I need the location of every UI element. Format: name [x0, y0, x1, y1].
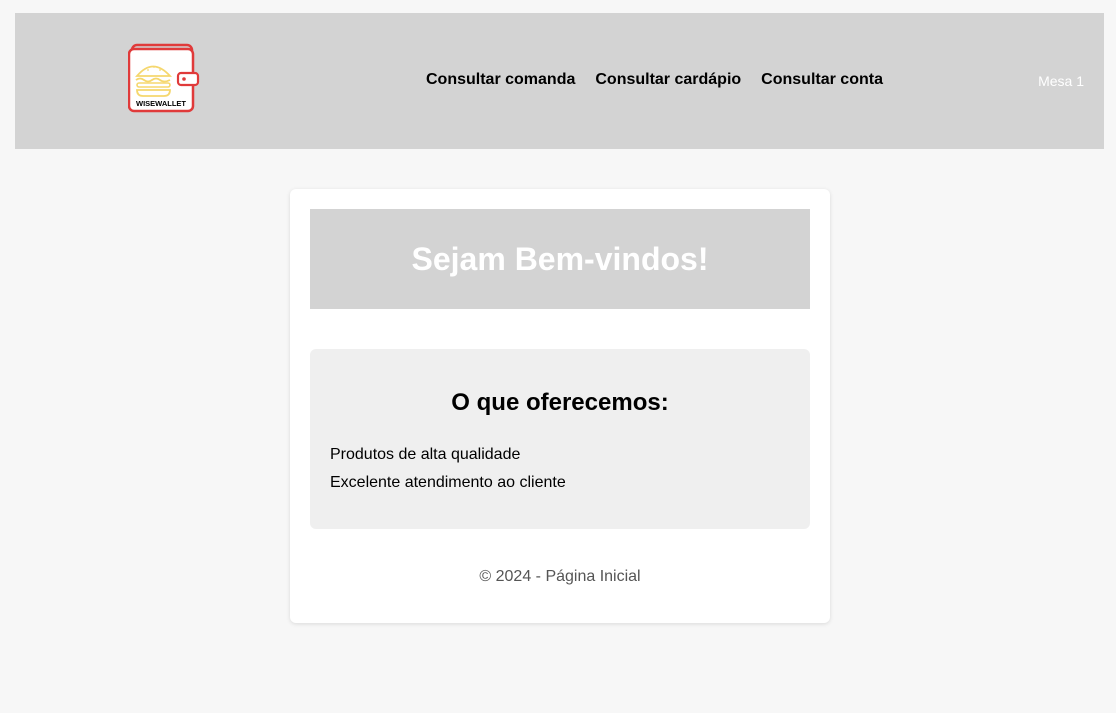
- main-nav: Consultar comanda Consultar cardápio Con…: [426, 70, 883, 90]
- page-footer: © 2024 - Página Inicial: [479, 568, 641, 585]
- wisewallet-logo[interactable]: WISEWALLET: [128, 43, 202, 113]
- nav-consultar-comanda[interactable]: Consultar comanda: [426, 70, 575, 90]
- welcome-title: Sejam Bem-vindos!: [411, 240, 709, 277]
- nav-consultar-conta[interactable]: Consultar conta: [761, 70, 883, 90]
- offers-list: Produtos de alta qualidade Excelente ate…: [330, 441, 566, 497]
- offer-item-quality: Produtos de alta qualidade: [330, 446, 521, 463]
- burger-wallet-logo-icon: WISEWALLET: [128, 43, 200, 113]
- offers-title: O que oferecemos:: [451, 389, 669, 416]
- offer-item-service: Excelente atendimento ao cliente: [330, 474, 566, 491]
- welcome-banner: Sejam Bem-vindos!: [310, 209, 810, 309]
- logo-text: WISEWALLET: [136, 99, 186, 108]
- site-header: WISEWALLET Consultar comanda Consultar c…: [15, 13, 1104, 149]
- offers-section: O que oferecemos: Produtos de alta quali…: [310, 349, 810, 529]
- main-card: Sejam Bem-vindos! O que oferecemos: Prod…: [290, 189, 830, 623]
- nav-consultar-cardapio[interactable]: Consultar cardápio: [595, 70, 741, 90]
- table-label: Mesa 1: [1038, 73, 1084, 89]
